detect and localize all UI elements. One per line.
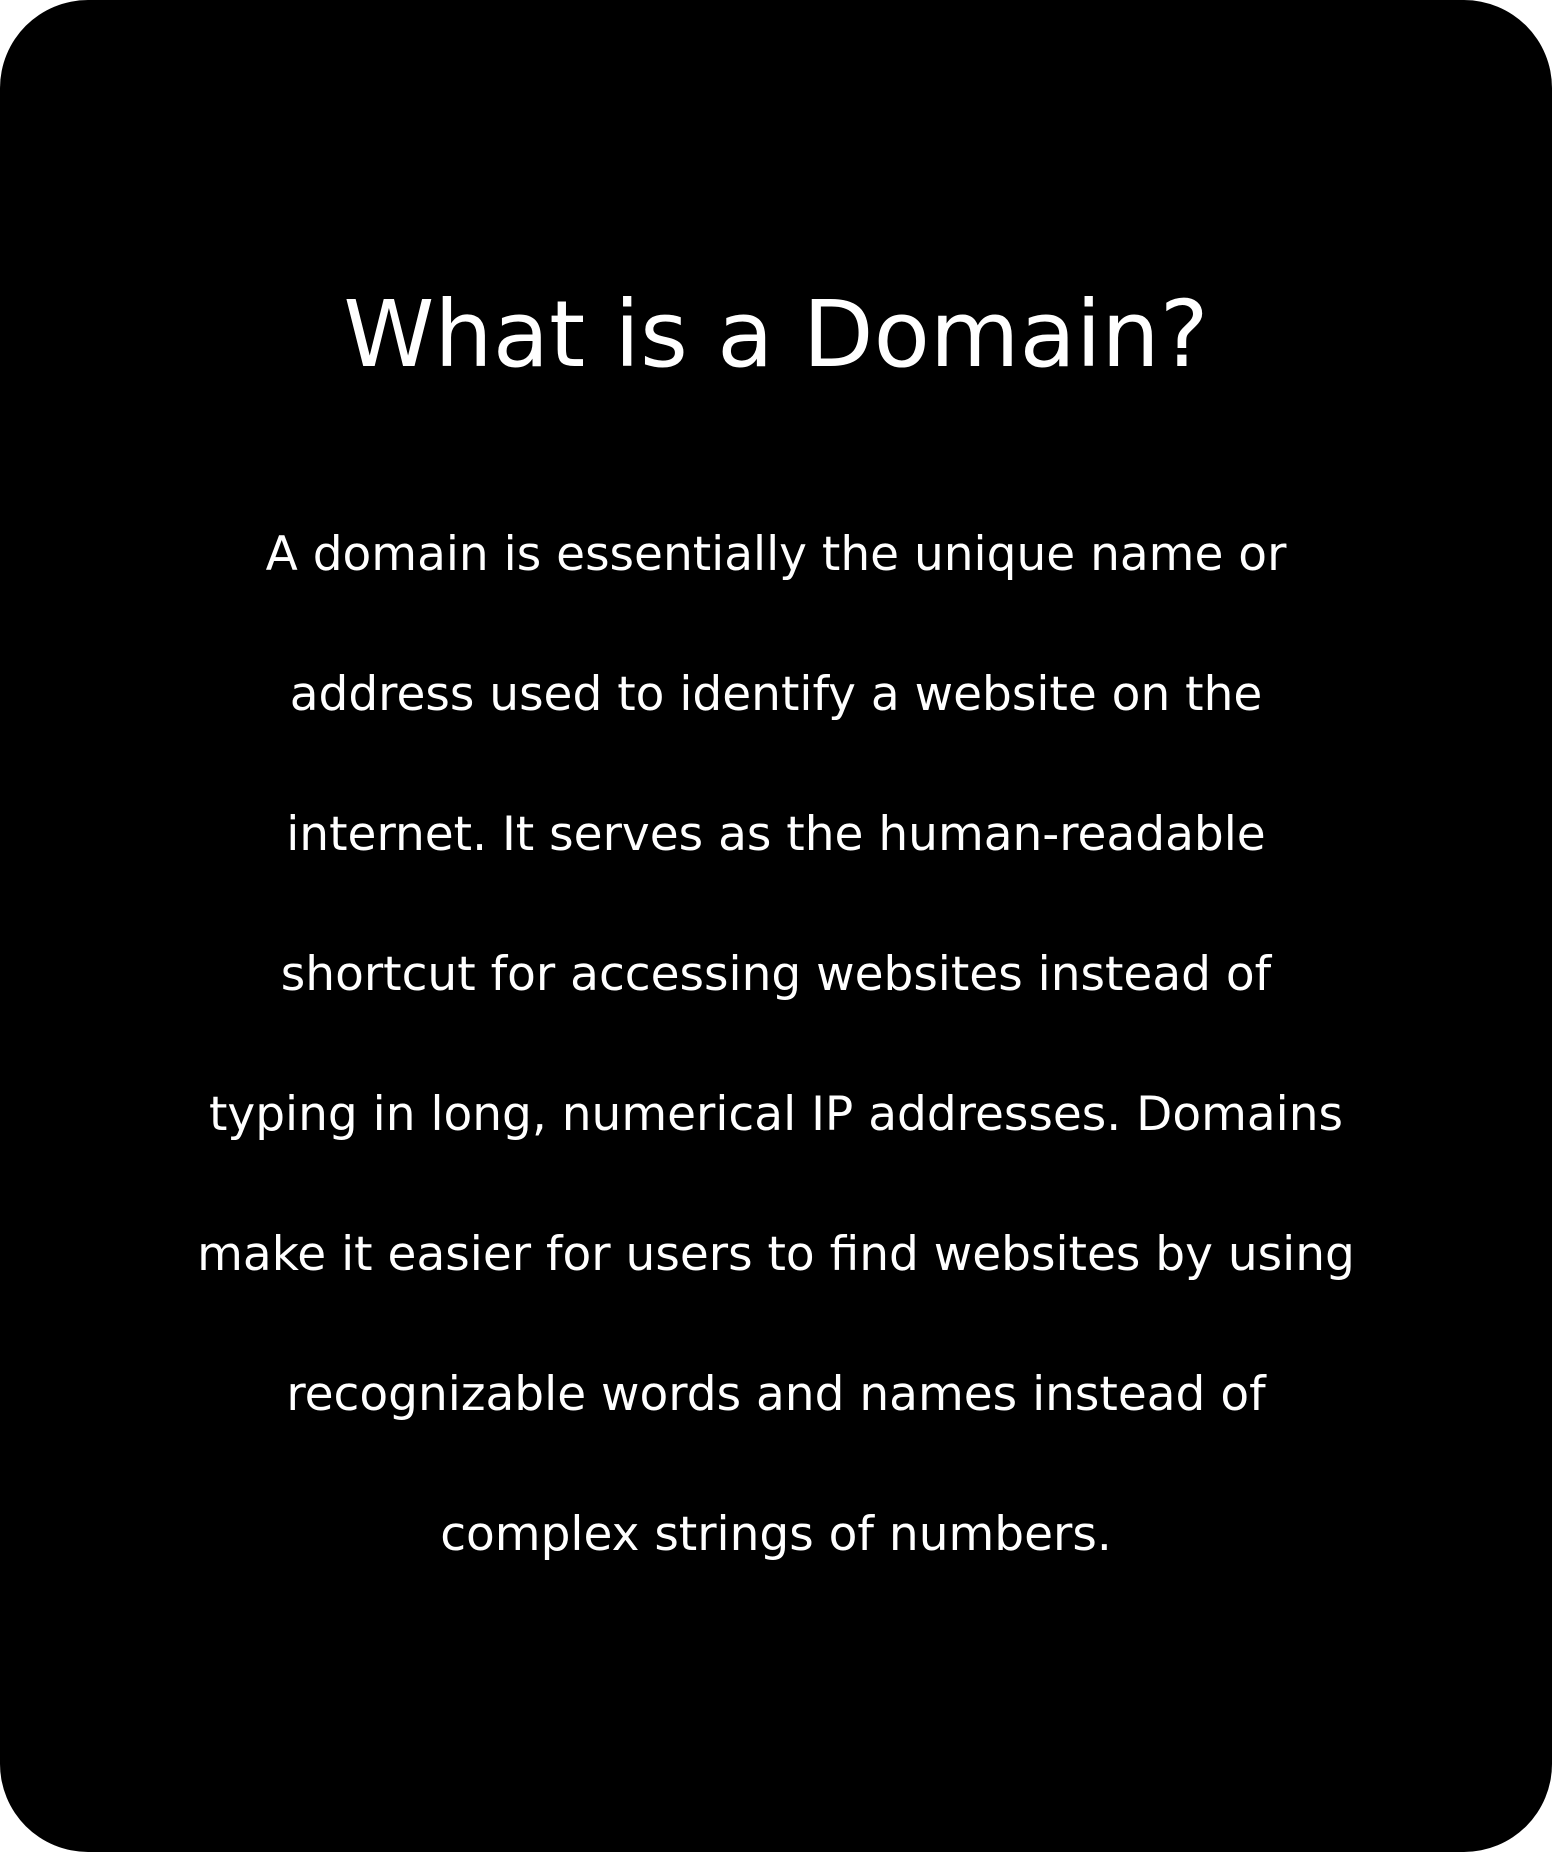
description-paragraph: A domain is essentially the unique name … [0, 515, 1552, 1635]
paragraph-line: A domain is essentially the unique name … [265, 527, 1287, 582]
info-card: What is a Domain? A domain is essentiall… [0, 0, 1552, 1852]
paragraph-line: make it easier for users to find website… [197, 1227, 1355, 1282]
paragraph-line: recognizable words and names instead of [286, 1367, 1266, 1422]
paragraph-line: typing in long, numerical IP addresses. … [208, 1087, 1344, 1142]
paragraph-line: shortcut for accessing websites instead … [280, 947, 1272, 1002]
page-title: What is a Domain? [343, 281, 1209, 388]
paragraph-line: internet. It serves as the human-readabl… [286, 807, 1266, 862]
paragraph-line: complex strings of numbers. [440, 1507, 1112, 1562]
paragraph-line: address used to identify a website on th… [289, 667, 1263, 722]
